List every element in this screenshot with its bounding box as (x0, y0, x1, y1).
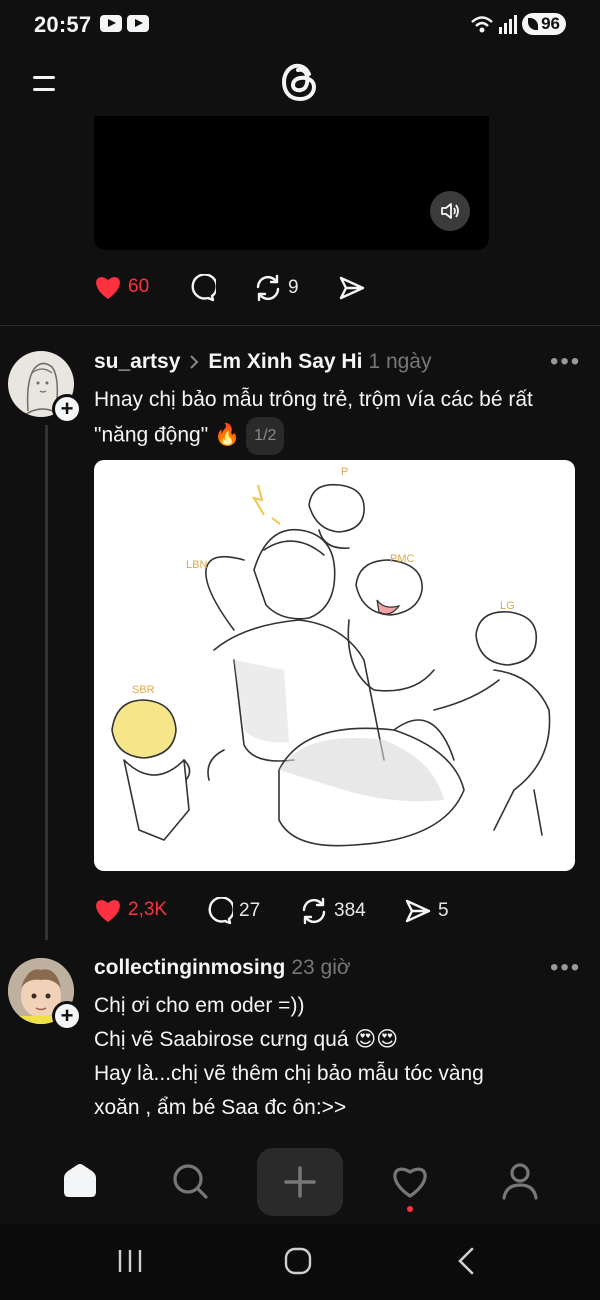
post-text-line: "năng động" 🔥 (94, 423, 241, 447)
post-header: su_artsy Em Xinh Say Hi 1 ngày (94, 350, 432, 374)
share-button[interactable] (338, 274, 366, 302)
comment-button[interactable] (188, 274, 216, 302)
post-text-line: xoăn , ẩm bé Saa đc ôn:>> (94, 1096, 347, 1119)
wifi-signal-icon (471, 15, 517, 34)
comment-icon (208, 897, 233, 925)
compose-button[interactable] (257, 1148, 343, 1216)
post-image[interactable]: P PMC LBN LG SBR (94, 460, 575, 871)
post-text-line: Hay là...chị vẽ thêm chị bảo mẫu tóc vàn… (94, 1062, 484, 1085)
battery-level: 96 (541, 14, 560, 33)
repost-button[interactable]: 9 (254, 274, 299, 302)
battery-indicator: 96 (522, 13, 566, 35)
comment-count: 27 (239, 900, 261, 921)
username[interactable]: collectinginmosing (94, 956, 285, 980)
more-options-button[interactable]: ••• (550, 348, 581, 376)
illustration: P PMC LBN LG SBR (111, 466, 551, 847)
post-text: Hnay chị bảo mẫu trông trẻ, trộm vía các… (94, 383, 584, 455)
follow-button[interactable]: + (52, 394, 82, 424)
heart-filled-icon (96, 900, 120, 922)
recents-icon[interactable] (116, 1248, 144, 1274)
send-icon (339, 276, 365, 300)
back-icon[interactable] (454, 1246, 478, 1276)
post-text-line: Chị vẽ Saabirose cưng quá 😍😍 (94, 1028, 399, 1051)
comment-button[interactable]: 27 (205, 897, 260, 925)
follow-button[interactable]: + (52, 1001, 82, 1031)
post-video[interactable] (94, 116, 489, 250)
profile-icon[interactable] (500, 1161, 540, 1201)
post-divider (0, 325, 600, 326)
like-count: 2,3K (128, 899, 168, 920)
post-text: Chị ơi cho em oder =)) Chị vẽ Saabirose … (94, 989, 584, 1125)
youtube-icon (127, 15, 149, 32)
menu-button[interactable] (28, 70, 60, 100)
status-time: 20:57 (34, 12, 92, 37)
thread-line (45, 425, 48, 940)
community-name[interactable]: Em Xinh Say Hi (208, 350, 362, 374)
like-count: 60 (128, 276, 150, 297)
repost-count: 9 (288, 277, 299, 298)
like-button[interactable]: 2,3K (94, 897, 167, 923)
username[interactable]: su_artsy (94, 350, 180, 374)
threads-logo-icon[interactable] (280, 60, 320, 104)
label-lbn: LBN (186, 559, 207, 571)
more-options-button[interactable]: ••• (550, 954, 581, 982)
post-text-line: Chị ơi cho em oder =)) (94, 994, 305, 1017)
activity-icon[interactable] (390, 1162, 430, 1200)
menu-icon-line (33, 88, 55, 91)
search-icon[interactable] (170, 1161, 210, 1201)
repost-icon (302, 897, 326, 925)
share-count: 5 (438, 900, 449, 921)
speaker-icon (441, 203, 459, 219)
sound-toggle-button[interactable] (430, 191, 470, 231)
plus-icon (284, 1166, 316, 1198)
post-header: collectinginmosing 23 giờ (94, 956, 351, 980)
repost-icon (256, 274, 280, 302)
label-lg: LG (500, 600, 515, 612)
post-text-line-2: "năng động" 🔥 1/2 (94, 417, 584, 455)
youtube-icon (100, 15, 122, 32)
label-sbr: SBR (132, 684, 155, 696)
post-text-line: Hnay chị bảo mẫu trông trẻ, trộm vía các… (94, 388, 533, 411)
post-time: 1 ngày (368, 350, 432, 373)
home-circle-icon[interactable] (283, 1246, 313, 1276)
label-pmc: PMC (390, 553, 415, 565)
repost-count: 384 (334, 900, 366, 921)
send-icon (405, 899, 431, 923)
repost-button[interactable]: 384 (300, 897, 366, 925)
home-icon[interactable] (60, 1162, 100, 1200)
post-time: 23 giờ (291, 956, 351, 979)
chevron-right-icon (190, 355, 199, 369)
comment-icon (191, 274, 216, 302)
share-button[interactable]: 5 (404, 897, 449, 925)
like-button[interactable]: 60 (94, 274, 149, 300)
heart-filled-icon (96, 277, 120, 299)
notification-dot (407, 1206, 413, 1212)
battery-saver-icon (528, 18, 538, 30)
image-counter: 1/2 (246, 417, 285, 455)
menu-icon (33, 76, 55, 79)
label-p: P (341, 466, 348, 478)
